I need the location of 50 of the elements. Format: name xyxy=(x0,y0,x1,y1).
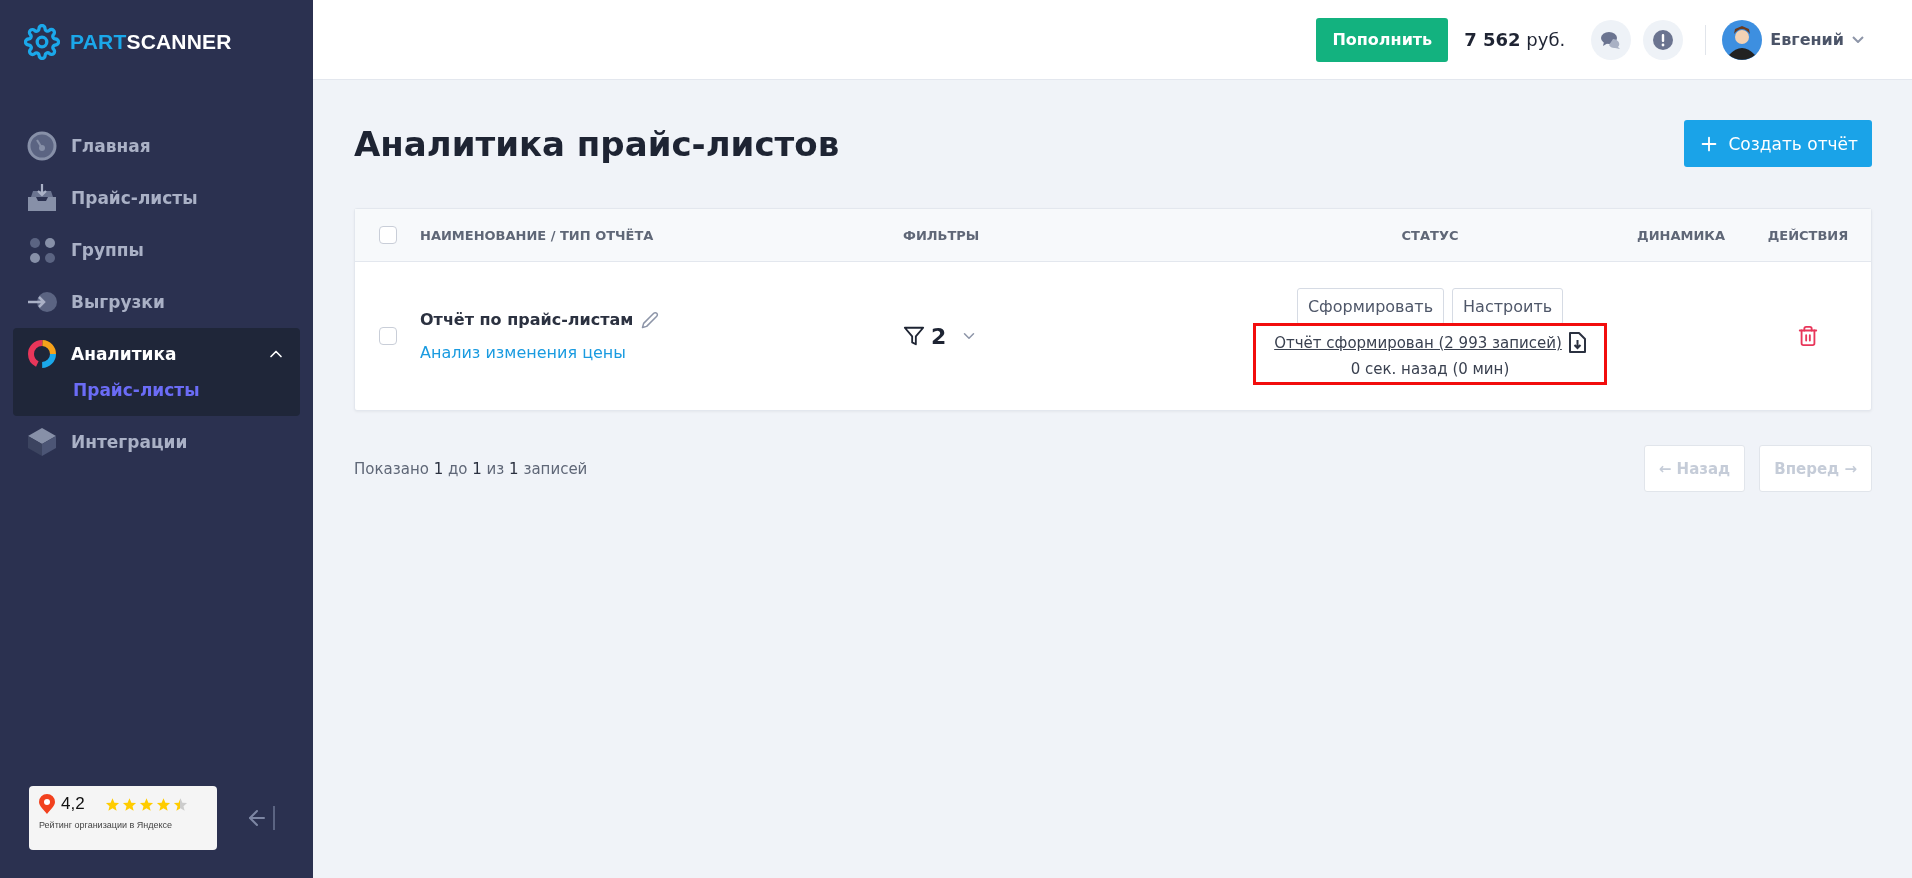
rating-card[interactable]: 4,2 Рейтинг организации в Яндексе xyxy=(29,786,217,850)
dashboard-gauge-icon xyxy=(27,131,57,161)
trash-icon xyxy=(1797,325,1819,347)
rating-caption: Рейтинг организации в Яндексе xyxy=(39,820,174,830)
star-icon xyxy=(138,796,154,812)
report-action-button[interactable]: Сформировать xyxy=(1296,287,1445,325)
edit-pencil-icon[interactable] xyxy=(641,310,660,329)
sidebar-item[interactable]: Выгрузки xyxy=(13,276,300,328)
report-ready-link[interactable]: Отчёт сформирован (2 993 записей) xyxy=(1274,333,1562,352)
report-time: 0 сек. назад (0 мин) xyxy=(1350,359,1510,378)
report-title: Отчёт по прайс-листам xyxy=(420,310,634,329)
balance-text: 7 562 руб. xyxy=(1464,29,1566,50)
alert-icon xyxy=(1653,29,1674,50)
column-header: ФИЛЬТРЫ xyxy=(903,227,980,243)
sidebar-item[interactable]: Интеграции xyxy=(13,416,300,468)
pagination-summary: Показано 1 до 1 из 1 записей xyxy=(354,459,588,478)
select-all-checkbox[interactable] xyxy=(378,226,397,244)
gear-icon xyxy=(24,24,60,60)
avatar-icon xyxy=(1722,19,1763,60)
brand-logo-text: PARTSCANNER xyxy=(70,30,232,54)
star-icon xyxy=(121,796,137,812)
dots-group-icon xyxy=(27,235,57,265)
column-header: ДЕЙСТВИЯ xyxy=(1767,227,1849,243)
column-header: ДИНАМИКА xyxy=(1637,227,1725,243)
star-icon xyxy=(172,796,188,812)
sidebar-item[interactable]: Группы xyxy=(13,224,300,276)
filters-dropdown[interactable]: 2 xyxy=(903,323,1243,349)
rating-score: 4,2 xyxy=(61,794,85,814)
star-icon xyxy=(104,796,120,812)
map-pin-icon xyxy=(39,794,55,814)
sidebar-item[interactable]: Аналитика xyxy=(13,328,300,380)
report-type-link[interactable]: Анализ изменения цены xyxy=(420,343,903,362)
chevron-down-icon xyxy=(1852,36,1864,43)
delete-button[interactable] xyxy=(1797,325,1819,347)
star-icon xyxy=(155,796,171,812)
chat-bubbles-icon xyxy=(1601,30,1622,49)
inbox-download-icon xyxy=(27,183,57,213)
page-title: Аналитика прайс-листов xyxy=(354,123,840,164)
report-action-button[interactable]: Настроить xyxy=(1452,287,1564,325)
filter-icon xyxy=(903,325,925,347)
sidebar-item[interactable]: Главная xyxy=(13,120,300,172)
column-header: НАИМЕНОВАНИЕ / ТИП ОТЧЁТА xyxy=(420,227,654,243)
sidebar-subitem[interactable]: Прайс-листы xyxy=(13,380,300,406)
sidebar-item[interactable]: Прайс-листы xyxy=(13,172,300,224)
column-header: СТАТУС xyxy=(1401,227,1459,243)
row-checkbox[interactable] xyxy=(378,327,397,345)
cube-icon xyxy=(27,427,57,457)
user-menu[interactable]: Евгений xyxy=(1722,19,1864,60)
donut-chart-icon xyxy=(27,339,57,369)
file-download-icon[interactable] xyxy=(1567,331,1586,354)
